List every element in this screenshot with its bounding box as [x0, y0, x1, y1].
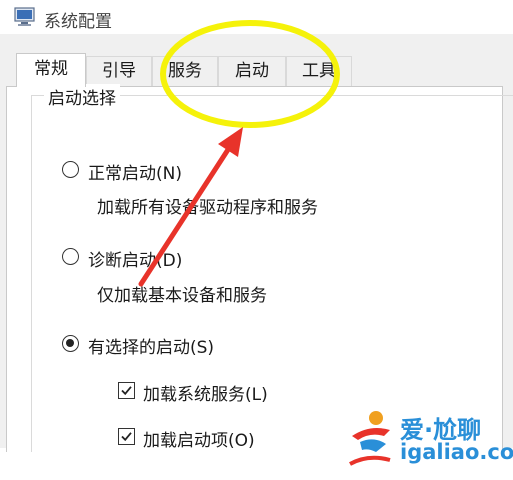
watermark-domain: igaliao.com [400, 440, 513, 464]
title-bar: 系统配置 [0, 0, 513, 34]
normal-startup-label[interactable]: 正常启动(N) [88, 159, 182, 184]
tab-services[interactable]: 服务 [152, 56, 218, 86]
tab-tools[interactable]: 工具 [286, 56, 352, 86]
normal-startup-description: 加载所有设备驱动程序和服务 [97, 198, 318, 218]
tab-startup[interactable]: 启动 [218, 56, 286, 86]
checkmark-icon [121, 386, 132, 396]
startup-selection-legend: 启动选择 [44, 84, 120, 109]
checkbox-load-startup-items[interactable] [118, 428, 135, 445]
tab-general[interactable]: 常规 [16, 53, 86, 87]
diagnostic-startup-label[interactable]: 诊断启动(D) [88, 246, 182, 271]
load-system-services-label[interactable]: 加载系统服务(L) [143, 380, 268, 405]
igaliao-logo-icon [349, 411, 391, 466]
startup-selection-group [31, 95, 513, 456]
window-title: 系统配置 [44, 12, 112, 32]
load-startup-items-label[interactable]: 加载启动项(O) [143, 426, 255, 451]
tab-boot[interactable]: 引导 [86, 56, 152, 86]
watermark: 爱·尬聊 igaliao.com [346, 406, 513, 472]
radio-selective-startup[interactable] [62, 335, 79, 352]
radio-normal-startup[interactable] [62, 161, 79, 178]
checkmark-icon [121, 432, 132, 442]
radio-diagnostic-startup[interactable] [62, 248, 79, 265]
selective-startup-label[interactable]: 有选择的启动(S) [88, 333, 214, 358]
msconfig-computer-icon [14, 7, 35, 26]
diagnostic-startup-description: 仅加载基本设备和服务 [97, 286, 267, 306]
checkbox-load-system-services[interactable] [118, 382, 135, 399]
